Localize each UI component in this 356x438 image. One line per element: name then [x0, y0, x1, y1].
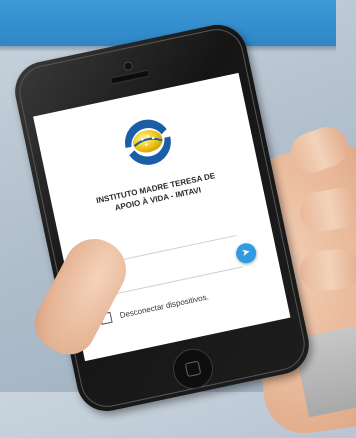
organization-name: INSTITUTO MADRE TERESA DE APOIO À VIDA -…	[62, 163, 252, 224]
home-square-icon	[184, 360, 202, 378]
login-arrow-icon: ➤	[240, 246, 252, 260]
disconnect-devices-label: Desconectar dispositivos.	[118, 292, 210, 321]
imtavi-logo-icon	[125, 119, 171, 165]
phone: INSTITUTO MADRE TERESA DE APOIO À VIDA -…	[9, 19, 315, 417]
hand-finger	[298, 247, 356, 293]
